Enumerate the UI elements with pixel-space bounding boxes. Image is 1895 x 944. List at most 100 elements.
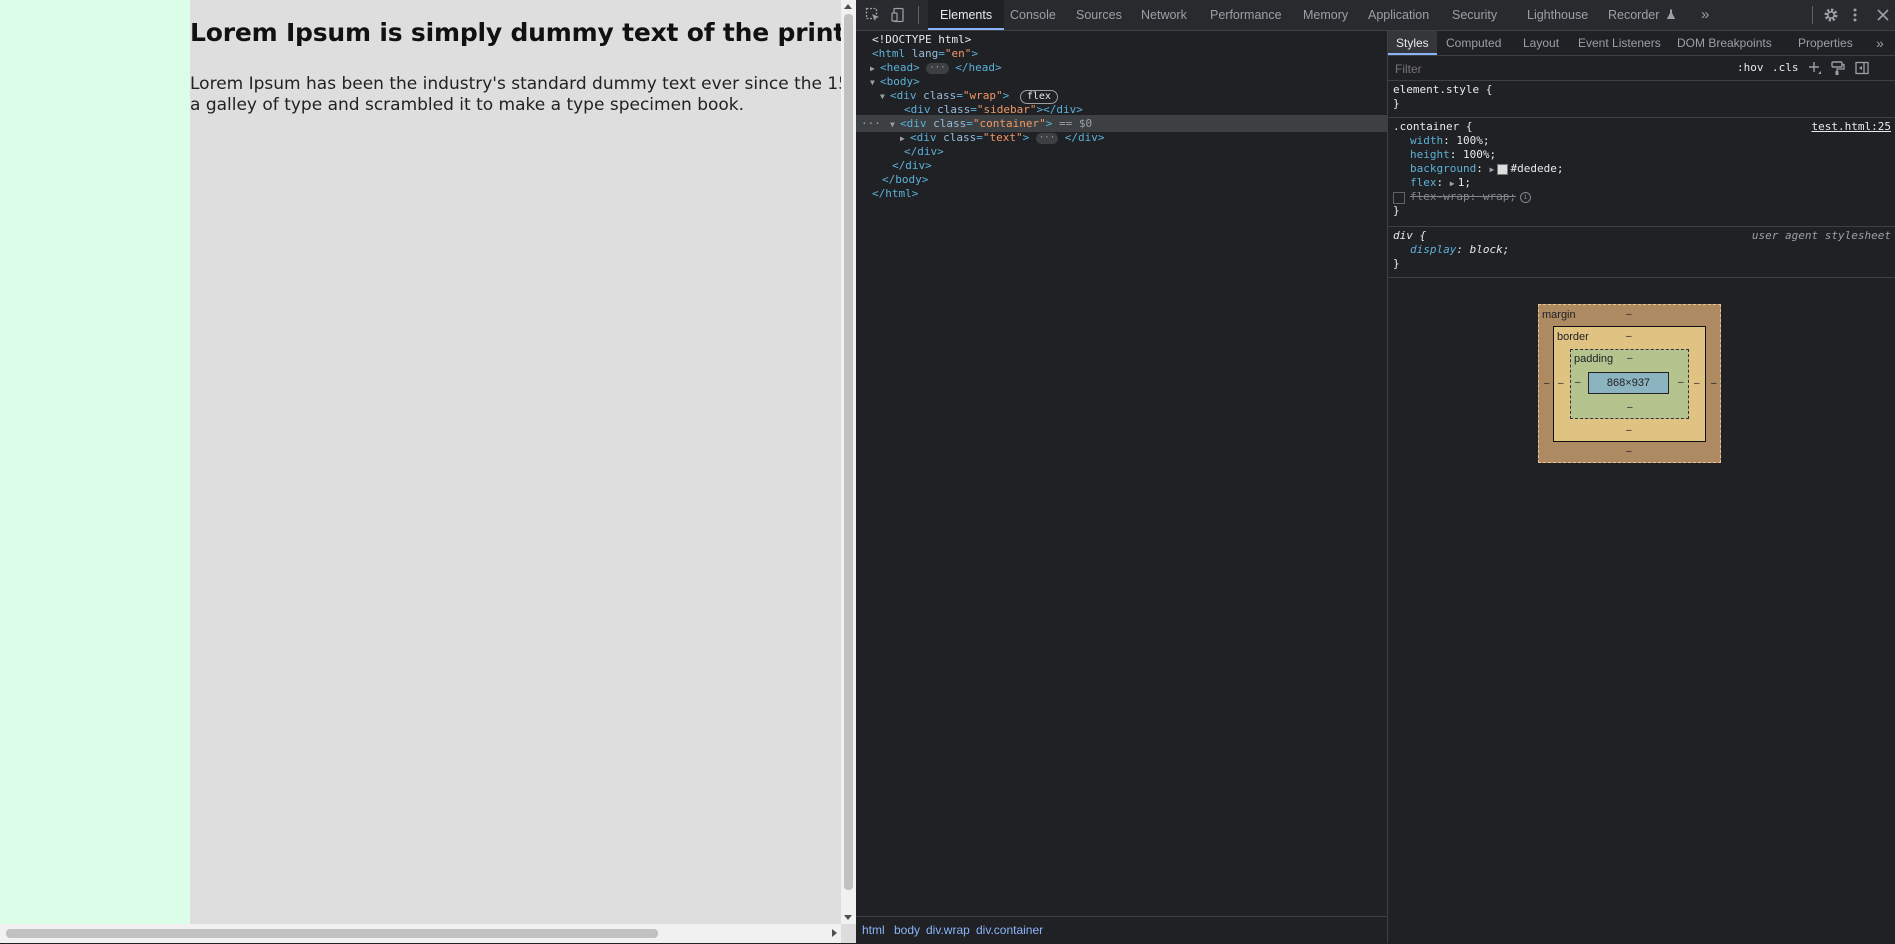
- class-toggle[interactable]: .cls: [1772, 61, 1799, 74]
- styles-filter-input[interactable]: [1392, 59, 1732, 79]
- dom-text-attr-val: "text": [982, 131, 1023, 144]
- breadcrumb-div-container[interactable]: div.container: [976, 923, 1043, 937]
- prop-width-value[interactable]: 100%;: [1456, 134, 1489, 147]
- box-model-margin[interactable]: margin – – – – border – – – – padding – …: [1538, 304, 1721, 463]
- border-top-value[interactable]: –: [1626, 331, 1632, 342]
- tab-console[interactable]: Console: [1010, 0, 1056, 30]
- tab-sources[interactable]: Sources: [1076, 0, 1122, 30]
- info-icon[interactable]: i: [1519, 191, 1531, 203]
- dom-text-close: </div>: [1064, 131, 1105, 144]
- padding-left-value[interactable]: –: [1575, 377, 1581, 388]
- box-model-content-size[interactable]: 868×937: [1588, 372, 1669, 394]
- margin-left-value[interactable]: –: [1544, 378, 1550, 389]
- subtab-properties[interactable]: Properties: [1798, 31, 1853, 55]
- subtabs-more-button[interactable]: »: [1876, 31, 1884, 55]
- prop-flex-wrap-disabled[interactable]: flex-wrap: wrap; i: [1410, 190, 1531, 204]
- prop-flex-value[interactable]: 1;: [1458, 176, 1471, 189]
- rule-container: .container { test.html:25 width: 100%; h…: [1388, 118, 1895, 227]
- horizontal-scrollbar[interactable]: [0, 924, 841, 943]
- subtab-computed[interactable]: Computed: [1446, 31, 1501, 55]
- device-toolbar-icon[interactable]: [890, 6, 908, 24]
- prop-width[interactable]: width: 100%;: [1410, 134, 1490, 148]
- devtools-toolbar: Elements Console Sources Network Perform…: [856, 0, 1895, 31]
- expand-shorthand-triangle-icon[interactable]: ▶: [1450, 177, 1458, 191]
- toolbar-separator: [918, 6, 919, 24]
- expand-shorthand-triangle-icon[interactable]: ▶: [1489, 163, 1497, 177]
- scroll-up-arrow-icon[interactable]: [844, 4, 852, 9]
- padding-top-value[interactable]: –: [1627, 353, 1633, 364]
- margin-bottom-value[interactable]: –: [1626, 446, 1632, 457]
- breadcrumb-div-wrap[interactable]: div.wrap: [926, 923, 970, 937]
- vertical-scroll-thumb[interactable]: [844, 14, 853, 890]
- expanded-triangle-icon[interactable]: ▼: [890, 116, 900, 133]
- breadcrumb-body[interactable]: body: [894, 923, 920, 937]
- prop-display-name: display: [1410, 243, 1457, 256]
- container-selector[interactable]: .container {: [1393, 120, 1472, 134]
- container-close-brace: }: [1393, 204, 1400, 217]
- tab-application[interactable]: Application: [1368, 0, 1429, 30]
- page-paragraph: Lorem Ipsum has been the industry's stan…: [190, 74, 841, 116]
- close-devtools-icon[interactable]: [1874, 6, 1892, 24]
- prop-flex[interactable]: flex: ▶ 1;: [1410, 176, 1471, 190]
- vertical-scrollbar[interactable]: [841, 0, 856, 924]
- box-model-padding[interactable]: padding – – – – 868×937: [1570, 349, 1689, 419]
- tab-performance[interactable]: Performance: [1210, 0, 1282, 30]
- add-style-rule-icon[interactable]: [1807, 60, 1823, 76]
- user-agent-stylesheet-label: user agent stylesheet: [1751, 229, 1891, 242]
- prop-height[interactable]: height: 100%;: [1410, 148, 1496, 162]
- margin-right-value[interactable]: –: [1711, 378, 1717, 389]
- ua-selector[interactable]: div {: [1393, 229, 1426, 243]
- prop-background-value[interactable]: #dedede;: [1510, 162, 1563, 175]
- prop-background[interactable]: background: ▶ #dedede;: [1410, 162, 1563, 176]
- prop-display[interactable]: display: block;: [1410, 243, 1509, 257]
- prop-flex-wrap-text: flex-wrap: wrap;: [1410, 190, 1516, 203]
- toggle-sidebar-icon[interactable]: [1854, 60, 1870, 76]
- hover-state-toggle[interactable]: :hov: [1737, 61, 1764, 74]
- scroll-right-arrow-icon[interactable]: [832, 929, 837, 937]
- tab-security[interactable]: Security: [1452, 0, 1497, 30]
- margin-top-value[interactable]: –: [1626, 309, 1632, 320]
- border-left-value[interactable]: –: [1558, 378, 1564, 389]
- padding-right-value[interactable]: –: [1678, 377, 1684, 388]
- breadcrumb-html[interactable]: html: [862, 923, 885, 937]
- toolbar-separator: [1812, 6, 1813, 24]
- scroll-down-arrow-icon[interactable]: [844, 915, 852, 920]
- expanded-triangle-icon[interactable]: ▼: [870, 74, 880, 91]
- border-right-value[interactable]: –: [1694, 378, 1700, 389]
- color-swatch[interactable]: [1497, 163, 1509, 175]
- more-tabs-button[interactable]: »: [1701, 0, 1709, 30]
- element-style-selector[interactable]: element.style {: [1393, 83, 1492, 97]
- prop-width-name: width: [1410, 134, 1444, 147]
- dom-tree: <!DOCTYPE html> <html lang="en"> ▶ <head>…: [856, 31, 1387, 916]
- subtab-layout[interactable]: Layout: [1523, 31, 1559, 55]
- subtab-event-listeners[interactable]: Event Listeners: [1578, 31, 1661, 55]
- border-bottom-value[interactable]: –: [1626, 425, 1632, 436]
- tab-lighthouse[interactable]: Lighthouse: [1527, 0, 1588, 30]
- container-source-link[interactable]: test.html:25: [1812, 120, 1891, 133]
- more-options-kebab-icon[interactable]: [1846, 6, 1864, 24]
- box-model-border[interactable]: border – – – – padding – – – – 868×937: [1553, 326, 1706, 442]
- tab-elements[interactable]: Elements: [928, 0, 1005, 30]
- tab-network[interactable]: Network: [1141, 0, 1187, 30]
- disabled-property-checkbox[interactable]: [1393, 192, 1405, 204]
- page-viewport: Lorem Ipsum is simply dummy text of the …: [0, 0, 856, 943]
- inspect-element-icon[interactable]: [864, 6, 882, 24]
- dom-html-close[interactable]: </html>: [872, 185, 918, 202]
- prop-height-value[interactable]: 100%;: [1463, 148, 1496, 161]
- horizontal-scroll-thumb[interactable]: [6, 929, 658, 938]
- collapsed-ellipsis-badge[interactable]: ···: [1035, 132, 1059, 144]
- paint-brush-icon[interactable]: [1830, 60, 1846, 76]
- rule-div-user-agent: div { user agent stylesheet display: blo…: [1388, 227, 1895, 278]
- padding-bottom-value[interactable]: –: [1627, 402, 1633, 413]
- subtab-dom-breakpoints[interactable]: DOM Breakpoints: [1677, 31, 1772, 55]
- row-actions-dots[interactable]: ···: [861, 115, 881, 132]
- tab-memory[interactable]: Memory: [1303, 0, 1348, 30]
- collapsed-ellipsis-badge[interactable]: ···: [926, 62, 949, 74]
- styles-pane: Styles Computed Layout Event Listeners D…: [1388, 31, 1895, 943]
- tab-recorder[interactable]: Recorder: [1608, 0, 1676, 30]
- subtab-styles[interactable]: Styles: [1388, 31, 1437, 55]
- prop-height-name: height: [1410, 148, 1450, 161]
- settings-gear-icon[interactable]: [1822, 6, 1840, 24]
- expanded-triangle-icon[interactable]: ▼: [880, 88, 890, 105]
- page-paragraph-line-2: a galley of type and scrambled it to mak…: [190, 95, 745, 115]
